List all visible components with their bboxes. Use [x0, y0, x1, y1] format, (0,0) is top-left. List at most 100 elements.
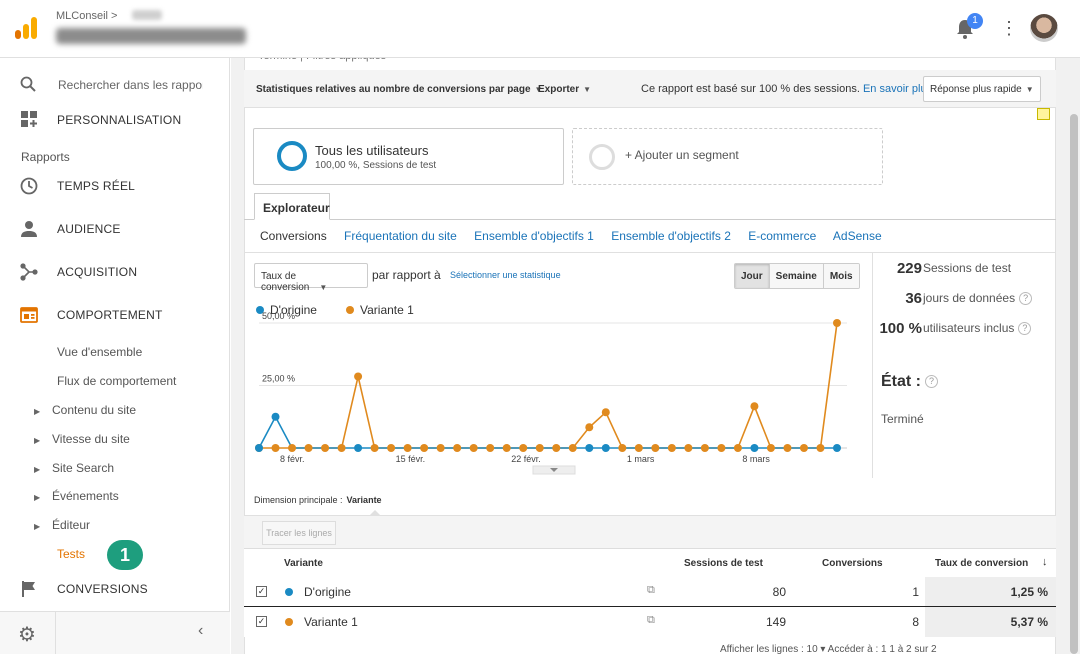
- row-checkbox[interactable]: ✓: [256, 616, 267, 627]
- table-row: ✓ D'origine ⧉ 80 1 1,25 %: [244, 577, 1056, 607]
- page-scrollbar[interactable]: [1068, 58, 1080, 654]
- nav-conversions[interactable]: CONVERSIONS: [0, 575, 230, 603]
- data-point: [420, 444, 429, 452]
- gear-icon[interactable]: ⚙: [18, 622, 36, 647]
- variant-name[interactable]: Variante 1: [304, 615, 358, 629]
- col-conversion-rate[interactable]: Taux de conversion: [935, 558, 1028, 569]
- nav-tests[interactable]: Tests: [57, 547, 85, 561]
- open-external-icon[interactable]: ⧉: [647, 584, 655, 597]
- scrollbar-thumb[interactable]: [1070, 114, 1078, 654]
- data-point: [766, 444, 775, 452]
- data-point: [271, 412, 280, 421]
- data-point: [403, 444, 412, 452]
- data-point: [833, 444, 841, 452]
- col-sessions[interactable]: Sessions de test: [684, 558, 763, 569]
- subtab-adsense[interactable]: AdSense: [833, 229, 882, 243]
- annotation-marker[interactable]: [1037, 108, 1050, 120]
- nav-site-speed[interactable]: ▶ Vitesse du site: [34, 432, 130, 446]
- subtab-conversions[interactable]: Conversions: [260, 229, 327, 243]
- data-point: [519, 444, 528, 452]
- notification-badge: 1: [967, 13, 983, 29]
- nav-behavior-flow[interactable]: Flux de comportement: [57, 374, 176, 388]
- period-day-button[interactable]: Jour: [735, 264, 770, 288]
- nav-behavior-overview[interactable]: Vue d'ensemble: [57, 345, 142, 359]
- search-input[interactable]: Rechercher dans les rapports: [58, 78, 203, 92]
- data-point: [304, 444, 313, 452]
- report-title-menu[interactable]: Statistiques relatives au nombre de conv…: [256, 84, 542, 95]
- col-conversions[interactable]: Conversions: [822, 558, 883, 569]
- subtab-ecommerce[interactable]: E-commerce: [748, 229, 816, 243]
- data-point: [799, 444, 808, 452]
- days-value: 36: [905, 290, 922, 307]
- col-variant[interactable]: Variante: [284, 558, 323, 569]
- conversion-rate-chart: D'origine Variante 125,00 %50,00 %8 févr.…: [255, 303, 847, 475]
- period-month-button[interactable]: Mois: [823, 264, 859, 288]
- subtab-goal-set-1[interactable]: Ensemble d'objectifs 1: [474, 229, 594, 243]
- nav-behavior[interactable]: COMPORTEMENT: [0, 301, 230, 329]
- data-point: [717, 444, 726, 452]
- plot-rows-button[interactable]: Tracer les lignes: [262, 521, 336, 545]
- data-point: [271, 444, 280, 452]
- data-point: [321, 444, 330, 452]
- rate-cell: 1,25 %: [925, 577, 1056, 607]
- nav-realtime[interactable]: TEMPS RÉEL: [0, 172, 230, 200]
- help-icon[interactable]: ?: [1018, 322, 1032, 336]
- nav-audience[interactable]: AUDIENCE: [0, 215, 230, 243]
- step-badge: 1: [107, 540, 143, 570]
- report-search[interactable]: Rechercher dans les rapports: [0, 70, 230, 98]
- clock-icon: [20, 177, 38, 195]
- report-toolbar: Statistiques relatives au nombre de conv…: [244, 70, 1056, 108]
- more-options-icon[interactable]: ⋮: [1000, 18, 1018, 38]
- table-pager[interactable]: Afficher les lignes : 10 ▾ Accéder à : 1…: [720, 644, 937, 654]
- nav-site-content[interactable]: ▶ Contenu du site: [34, 403, 136, 417]
- subtab-goal-set-2[interactable]: Ensemble d'objectifs 2: [611, 229, 731, 243]
- data-point: [502, 444, 511, 452]
- response-speed-select[interactable]: Réponse plus rapide ▼: [923, 76, 1041, 102]
- analytics-logo-icon[interactable]: [14, 16, 38, 40]
- learn-more-link[interactable]: En savoir plus: [863, 83, 932, 95]
- nav-publisher[interactable]: ▶ Éditeur: [34, 518, 90, 532]
- table-header: Variante Sessions de test Conversions Ta…: [244, 548, 1056, 578]
- row-checkbox[interactable]: ✓: [256, 586, 267, 597]
- subtab-site-usage[interactable]: Fréquentation du site: [344, 229, 457, 243]
- report-title: Statistiques relatives au nombre de conv…: [256, 84, 531, 95]
- stats-divider: [872, 253, 873, 478]
- nav-site-search[interactable]: ▶ Site Search: [34, 461, 114, 475]
- open-external-icon[interactable]: ⧉: [647, 614, 655, 627]
- series-color-dot: [285, 588, 293, 596]
- data-point: [601, 444, 610, 452]
- data-point: [469, 444, 478, 452]
- dropdown-arrow-icon: ▼: [583, 85, 592, 94]
- nav-label: Éditeur: [52, 518, 91, 532]
- sort-desc-icon[interactable]: ↓: [1042, 556, 1048, 568]
- data-point: [634, 444, 643, 452]
- dropdown-arrow-icon: ▼: [1025, 85, 1034, 94]
- account-name[interactable]: MLConseil >: [56, 10, 117, 22]
- dimension-value[interactable]: Variante: [347, 495, 382, 505]
- collapse-chevron-icon[interactable]: ‹: [198, 622, 203, 640]
- data-point: [486, 444, 495, 452]
- view-name-redacted[interactable]: [56, 28, 246, 44]
- metric-select[interactable]: Taux de conversion ▼: [254, 263, 368, 293]
- select-metric-link[interactable]: Sélectionner une statistique: [450, 270, 561, 280]
- variant-name[interactable]: D'origine: [304, 585, 351, 599]
- search-icon: [20, 76, 36, 92]
- add-segment-button[interactable]: + Ajouter un segment: [572, 128, 883, 185]
- nav-acquisition[interactable]: ACQUISITION: [0, 258, 230, 286]
- export-menu[interactable]: Exporter ▼: [538, 84, 591, 95]
- dimension-label: Dimension principale :: [254, 495, 343, 505]
- tab-explorer[interactable]: Explorateur: [254, 193, 330, 220]
- segment-all-users[interactable]: Tous les utilisateurs 100,00 %, Sessions…: [253, 128, 564, 185]
- user-avatar[interactable]: [1030, 14, 1058, 42]
- nav-personnalisation[interactable]: PERSONNALISATION: [0, 106, 230, 134]
- nav-events[interactable]: ▶ Événements: [34, 489, 119, 503]
- table-row: ✓ Variante 1 ⧉ 149 8 5,37 %: [244, 607, 1056, 637]
- x-tick-label: 22 févr.: [511, 454, 541, 464]
- explorer-subtabs: Conversions Fréquentation du site Ensemb…: [260, 229, 896, 243]
- help-icon[interactable]: ?: [1019, 292, 1033, 306]
- help-icon[interactable]: ?: [925, 375, 938, 389]
- period-week-button[interactable]: Semaine: [769, 264, 824, 288]
- metric-select-value: Taux de conversion: [261, 271, 310, 293]
- behavior-icon: [20, 307, 38, 323]
- data-point: [651, 444, 660, 452]
